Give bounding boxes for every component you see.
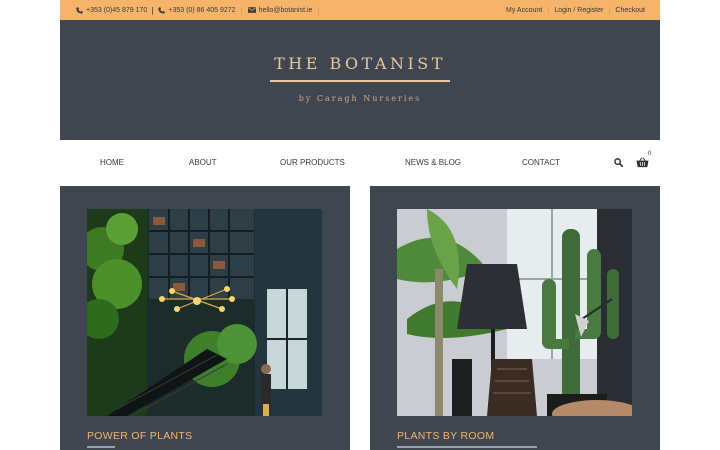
envelope-icon: [247, 6, 256, 14]
divider: |: [547, 5, 550, 15]
feature-card-plants-by-room[interactable]: PLANTS BY ROOM: [370, 186, 660, 450]
nav-our-products[interactable]: OUR PRODUCTS: [280, 158, 345, 167]
nav-contact[interactable]: CONTACT: [522, 158, 560, 167]
cart-count-badge: 0: [648, 151, 652, 157]
card-subtitle-cutoff: [397, 446, 547, 450]
site-logo-subtitle: by Caragh Nurseries: [298, 94, 422, 103]
top-contact-bar: +353 (0)45 879 170 | +353 (0) 86 405 927…: [60, 0, 660, 20]
phone-2-text: +353 (0) 86 405 9272: [168, 6, 236, 14]
card-image-staircase-plants[interactable]: [87, 209, 322, 416]
page: +353 (0)45 879 170 | +353 (0) 86 405 927…: [0, 0, 720, 450]
card-title[interactable]: PLANTS BY ROOM: [397, 430, 494, 442]
site-header: THE BOTANIST by Caragh Nurseries: [60, 20, 660, 140]
nav-news-blog[interactable]: NEWS & BLOG: [405, 158, 461, 167]
card-image-cactus-room[interactable]: [397, 209, 632, 416]
divider: |: [151, 5, 154, 15]
email-text: hello@botanist.ie: [258, 6, 313, 14]
site-logo-title[interactable]: THE BOTANIST: [60, 54, 660, 73]
search-icon[interactable]: [609, 153, 627, 171]
checkout-link[interactable]: Checkout: [615, 7, 645, 14]
phone-icon: [157, 6, 165, 14]
divider: |: [317, 5, 320, 15]
phone-1[interactable]: +353 (0)45 879 170: [75, 6, 147, 14]
main-navigation: HOME ABOUT OUR PRODUCTS NEWS & BLOG CONT…: [60, 140, 660, 186]
card-title[interactable]: POWER OF PLANTS: [87, 430, 192, 442]
divider: |: [608, 5, 611, 15]
login-register-link[interactable]: Login / Register: [554, 7, 603, 14]
contact-info: +353 (0)45 879 170 | +353 (0) 86 405 927…: [75, 6, 325, 15]
phone-2[interactable]: +353 (0) 86 405 9272: [157, 6, 236, 14]
nav-home[interactable]: HOME: [100, 158, 124, 167]
my-account-link[interactable]: My Account: [506, 7, 542, 14]
card-subtitle-cutoff: [87, 446, 147, 450]
logo-underline: [270, 80, 450, 82]
email-link[interactable]: hello@botanist.ie: [247, 6, 313, 14]
nav-about[interactable]: ABOUT: [189, 158, 217, 167]
phone-1-text: +353 (0)45 879 170: [86, 6, 148, 14]
phone-icon: [75, 6, 83, 14]
divider: |: [240, 5, 243, 15]
account-links: My Account | Login / Register | Checkout: [506, 6, 645, 15]
feature-card-power-of-plants[interactable]: POWER OF PLANTS: [60, 186, 350, 450]
